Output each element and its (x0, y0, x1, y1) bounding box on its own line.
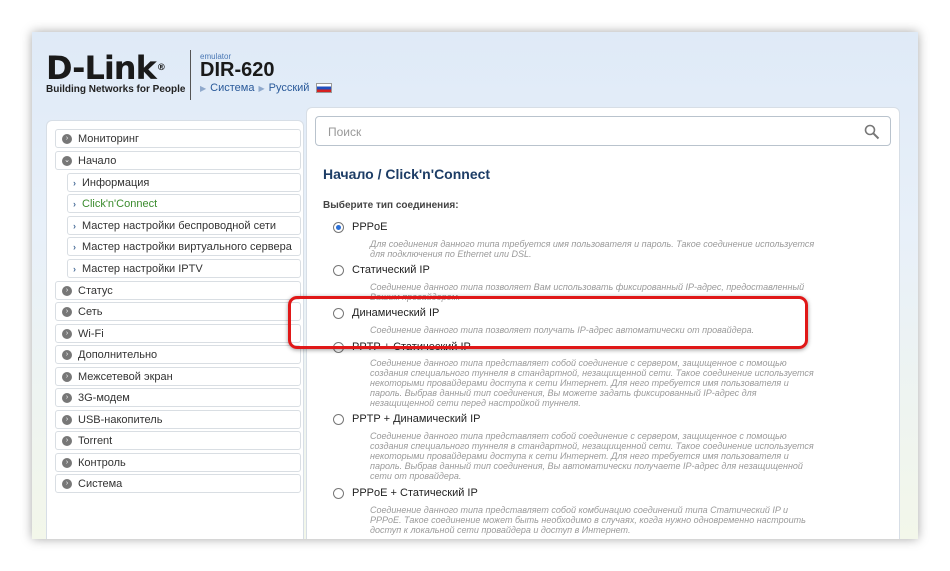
chevron-right-icon: › (73, 263, 76, 274)
expand-right-icon: › (62, 133, 72, 144)
sidebar-item-label: Torrent (78, 434, 113, 447)
sidebar: › Мониторинг ⌄ Начало › Информация › Click'n… (46, 120, 304, 539)
sidebar-item-label: Начало (78, 154, 117, 167)
option-label: PPPoE (352, 221, 388, 233)
radio-pppoe[interactable] (333, 222, 344, 233)
search-placeholder: Поиск (328, 125, 362, 139)
sidebar-item-label: Мониторинг (78, 132, 140, 145)
sidebar-item-iptv-wizard[interactable]: › Мастер настройки IPTV (67, 259, 301, 278)
option-description: Для соединения данного типа требуется им… (370, 239, 815, 259)
logo-tagline: Building Networks for People (46, 84, 186, 95)
chevron-right-icon: › (73, 198, 76, 209)
dlink-logo: D-Link® Building Networks for People (46, 49, 186, 95)
page-title: Начало / Click'n'Connect (323, 166, 491, 182)
sidebar-item-label: Дополнительно (78, 348, 158, 361)
sidebar-item-monitoring[interactable]: › Мониторинг (55, 129, 301, 148)
sidebar-item-wireless-wizard[interactable]: › Мастер настройки беспроводной сети (67, 216, 301, 235)
connection-type-heading: Выберите тип соединения: (323, 200, 459, 211)
sidebar-item-torrent[interactable]: › Torrent (55, 431, 301, 450)
option-description: Соединение данного типа представляет соб… (370, 431, 814, 481)
sidebar-item-usb-storage[interactable]: › USB-накопитель (55, 410, 301, 429)
chevron-right-icon: › (73, 241, 76, 252)
sidebar-item-label: Контроль (78, 456, 126, 469)
chevron-right-icon: › (73, 177, 76, 188)
sidebar-item-advanced[interactable]: › Дополнительно (55, 345, 301, 364)
sidebar-item-clickconnect[interactable]: › Click'n'Connect (67, 194, 301, 213)
header-divider (190, 50, 191, 100)
arrow-right-icon: ▶ (258, 83, 265, 93)
sidebar-item-label: 3G-модем (78, 391, 130, 404)
sidebar-item-system[interactable]: › Система (55, 474, 301, 493)
option-description: Соединение данного типа представляет соб… (370, 505, 806, 535)
sidebar-item-label: Мастер настройки виртуального сервера (82, 240, 292, 253)
sidebar-item-control[interactable]: › Контроль (55, 453, 301, 472)
sidebar-item-firewall[interactable]: › Межсетевой экран (55, 367, 301, 386)
expand-right-icon: › (62, 306, 72, 317)
expand-right-icon: › (62, 478, 72, 489)
expand-down-icon: ⌄ (62, 155, 72, 166)
option-label: PPTP + Динамический IP (352, 413, 481, 425)
sidebar-item-status[interactable]: › Статус (55, 281, 301, 300)
system-link[interactable]: Система (210, 82, 254, 94)
language-link[interactable]: Русский (269, 82, 310, 94)
option-label: PPPoE + Статический IP (352, 487, 478, 499)
chevron-right-icon: › (73, 220, 76, 231)
sidebar-item-label: Межсетевой экран (78, 370, 173, 383)
search-input[interactable]: Поиск (315, 116, 891, 146)
expand-right-icon: › (62, 435, 72, 446)
radio-pppoe-static[interactable] (333, 488, 344, 499)
option-description: Соединение данного типа представляет соб… (370, 358, 814, 408)
sidebar-item-label: USB-накопитель (78, 413, 163, 426)
expand-right-icon: › (62, 392, 72, 403)
sidebar-item-virtual-server-wizard[interactable]: › Мастер настройки виртуального сервера (67, 237, 301, 256)
sidebar-item-label: Статус (78, 284, 113, 297)
radio-pptp-dynamic[interactable] (333, 414, 344, 425)
sidebar-item-label: Мастер настройки беспроводной сети (82, 219, 277, 232)
sidebar-item-network[interactable]: › Сеть (55, 302, 301, 321)
expand-right-icon: › (62, 285, 72, 296)
search-icon[interactable] (864, 124, 880, 140)
header-links: ▶ Система ▶ Русский (200, 82, 333, 94)
model-name: DIR-620 (200, 59, 275, 81)
dynamic-ip-highlight-box (288, 296, 808, 349)
russian-flag-icon[interactable] (316, 83, 333, 93)
sidebar-item-label: Система (78, 477, 123, 490)
expand-right-icon: › (62, 328, 72, 339)
expand-right-icon: › (62, 457, 72, 468)
sidebar-item-label: Click'n'Connect (82, 197, 158, 210)
sidebar-item-wifi[interactable]: › Wi-Fi (55, 324, 301, 343)
expand-right-icon: › (62, 371, 72, 382)
sidebar-item-start[interactable]: ⌄ Начало (55, 151, 301, 170)
sidebar-item-label: Мастер настройки IPTV (82, 262, 203, 275)
logo-text: D-Link (46, 49, 157, 87)
expand-right-icon: › (62, 414, 72, 425)
sidebar-item-label: Информация (82, 176, 150, 189)
expand-right-icon: › (62, 349, 72, 360)
sidebar-item-label: Wi-Fi (78, 327, 104, 340)
sidebar-item-label: Сеть (78, 305, 103, 318)
sidebar-item-3g-modem[interactable]: › 3G-модем (55, 388, 301, 407)
arrow-right-icon: ▶ (200, 83, 207, 93)
sidebar-item-info[interactable]: › Информация (67, 173, 301, 192)
radio-static-ip[interactable] (333, 265, 344, 276)
router-admin-window: D-Link® Building Networks for People emu… (32, 32, 918, 539)
option-label: Статический IP (352, 264, 430, 276)
